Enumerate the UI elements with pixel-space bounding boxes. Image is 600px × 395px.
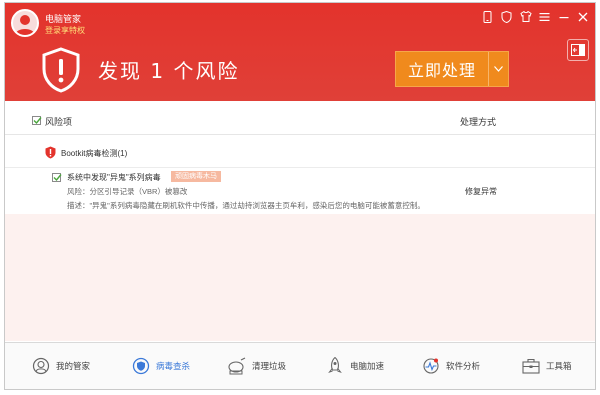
risk-item-description: 描述："异鬼"系列病毒隐藏在刷机软件中传播，通过劫持浏览器主页牟利，感染后您的电… <box>67 201 425 210</box>
nav-label: 电脑加速 <box>350 361 385 371</box>
handle-now-button[interactable]: 立即处理 <box>395 51 509 87</box>
menu-icon[interactable] <box>538 10 551 23</box>
nav-label: 病毒查杀 <box>156 361 191 371</box>
column-header-risk: 风险项 <box>45 117 73 127</box>
item-checkbox[interactable] <box>52 173 62 182</box>
minimize-icon[interactable] <box>557 10 570 23</box>
toolbox-icon <box>521 356 541 376</box>
list-area <box>5 214 595 341</box>
header-banner: 电脑管家 登录享特权 发现 1 个风险 立即处理 <box>5 3 595 101</box>
handle-now-label[interactable]: 立即处理 <box>396 52 488 86</box>
fix-action-link[interactable]: 修复异常 <box>465 186 497 197</box>
table-header <box>5 103 595 135</box>
status-badge: 顽固病毒木马 <box>171 171 221 182</box>
window-controls <box>481 10 589 23</box>
nav-label: 软件分析 <box>446 361 481 371</box>
close-icon[interactable] <box>576 10 589 23</box>
nav-item-cleanup[interactable]: 清理垃圾 <box>227 355 286 377</box>
bottom-nav <box>5 342 595 389</box>
group-label[interactable]: Bootkit病毒检测(1) <box>61 148 127 159</box>
home-icon <box>31 356 51 376</box>
user-name[interactable]: 电脑管家 <box>45 12 81 25</box>
select-all-checkbox[interactable] <box>32 116 42 125</box>
nav-item-software-analysis[interactable]: 软件分析 <box>421 355 480 377</box>
login-privilege-link[interactable]: 登录享特权 <box>45 25 85 36</box>
phone-icon[interactable] <box>481 10 494 23</box>
nav-item-toolbox[interactable]: 工具箱 <box>521 355 572 377</box>
risk-item-risk: 风险：分区引导记录（VBR）被篡改 <box>67 187 188 196</box>
nav-label: 我的管家 <box>56 361 91 371</box>
nav-item-virus-scan[interactable]: 病毒查杀 <box>131 355 190 377</box>
app-window: 电脑管家 登录享特权 发现 1 个风险 立即处理 风险项 处理方式 Bootki… <box>4 2 596 390</box>
virus-scan-icon <box>131 356 151 376</box>
nav-item-my-manager[interactable]: 我的管家 <box>31 355 90 377</box>
danger-shield-icon <box>45 146 56 161</box>
risk-item-title: 系统中发现"异鬼"系列病毒 <box>67 173 161 182</box>
divider <box>5 167 595 168</box>
skin-icon[interactable] <box>519 10 532 23</box>
nav-item-speedup[interactable]: 电脑加速 <box>325 355 384 377</box>
exit-panel-icon <box>571 44 585 56</box>
software-analysis-icon <box>421 356 441 376</box>
chevron-down-icon[interactable] <box>488 52 508 86</box>
warning-shield-icon <box>41 47 81 93</box>
cleanup-icon <box>227 356 247 376</box>
nav-label: 清理垃圾 <box>252 361 287 371</box>
column-header-handle: 处理方式 <box>460 117 497 127</box>
avatar[interactable] <box>11 9 39 37</box>
page-title: 发现 1 个风险 <box>98 59 240 83</box>
shield-small-icon[interactable] <box>500 10 513 23</box>
rocket-icon <box>325 356 345 376</box>
nav-label: 工具箱 <box>546 361 572 371</box>
collapse-panel-button[interactable] <box>567 39 589 61</box>
